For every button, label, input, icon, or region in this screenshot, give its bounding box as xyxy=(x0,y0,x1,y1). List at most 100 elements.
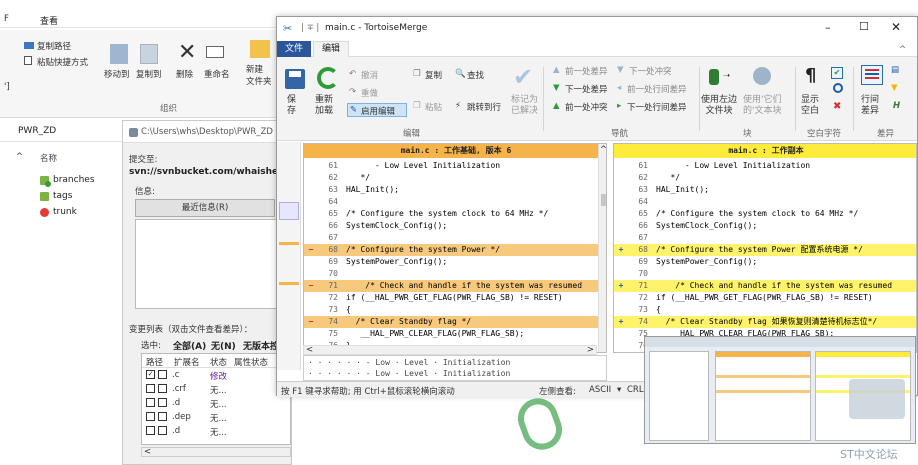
code-line[interactable]: 69 SystemPower_Config(); xyxy=(614,256,916,268)
table-row[interactable]: .d 无... xyxy=(142,396,290,410)
code-line[interactable]: 65 /* Configure the system clock to 64 MH… xyxy=(304,208,598,220)
row-checkbox[interactable] xyxy=(146,412,155,421)
rename-button[interactable]: 重命名 xyxy=(204,68,230,80)
code-line[interactable]: 66 SystemClock_Config(); xyxy=(304,220,598,232)
row-checkbox[interactable] xyxy=(146,426,155,435)
folder-item-tags[interactable]: tags xyxy=(40,188,120,204)
row-blank-checkbox[interactable] xyxy=(158,426,167,435)
message-textarea[interactable] xyxy=(135,219,285,309)
code-line[interactable]: +74 /* Clear Standby flag 如果恢复则清楚待机标志位*/ xyxy=(614,316,916,328)
code-line[interactable]: − 74 /* Clear Standby flag */ xyxy=(304,316,598,328)
code-line[interactable]: 63 HAL_Init(); xyxy=(304,184,598,196)
italic-h-icon[interactable]: H xyxy=(893,101,900,111)
ribbon-collapse-icon[interactable]: ^ xyxy=(899,45,906,55)
select-unversioned-link[interactable]: 无版本控 xyxy=(243,339,279,352)
code-line[interactable]: +71 /* Check and handle if the system wa… xyxy=(614,280,916,292)
diff-option-icon[interactable]: ▤ xyxy=(891,65,899,75)
move-to-button[interactable]: 移动到 xyxy=(104,68,130,80)
column-name-header[interactable]: 名称 xyxy=(40,152,57,164)
left-vscrollbar[interactable]: ^ xyxy=(598,144,606,352)
enable-edit-toggle[interactable]: ✎ 启用编辑 xyxy=(347,103,407,117)
status-eol[interactable]: CRL xyxy=(627,385,644,395)
table-row[interactable]: ✓ .c 修改 xyxy=(142,368,290,382)
code-line[interactable]: 65 /* Configure the system clock to 64 MH… xyxy=(614,208,916,220)
reload-button[interactable]: 重新 加载 xyxy=(315,95,333,117)
code-line[interactable]: 67 xyxy=(304,232,598,244)
row-blank-checkbox[interactable] xyxy=(158,384,167,393)
row-checkbox[interactable] xyxy=(146,384,155,393)
code-line[interactable]: 63 HAL_Init(); xyxy=(614,184,916,196)
address-bar[interactable]: PWR_ZD xyxy=(18,126,56,136)
prev-diff-button[interactable]: 前一处差异 xyxy=(565,65,608,77)
minimize-icon[interactable]: – xyxy=(825,21,831,34)
folder-item-trunk[interactable]: trunk xyxy=(40,204,120,220)
table-hscrollbar[interactable]: < xyxy=(141,447,291,457)
next-diff-button[interactable]: 下一处差异 xyxy=(565,83,608,95)
maximize-icon[interactable]: ☐ xyxy=(859,20,869,33)
code-line[interactable]: 72 if (__HAL_PWR_GET_FLAG(PWR_FLAG_SB) !=… xyxy=(304,292,598,304)
table-row[interactable]: .d 无... xyxy=(142,424,290,438)
column-ext[interactable]: 扩展名 xyxy=(174,356,200,368)
encoding-dropdown-icon[interactable]: ▾ xyxy=(617,385,621,395)
new-folder-button[interactable]: 新建 文件夹 xyxy=(246,64,272,88)
ribbon-tab-view[interactable]: 查看 xyxy=(40,14,58,27)
code-line[interactable]: 72 if (__HAL_PWR_GET_FLAG(PWR_FLAG_SB) !=… xyxy=(614,292,916,304)
left-pane[interactable]: main.c : 工作基础, 版本 6 61 - Low Level Initi… xyxy=(303,143,607,353)
find-button[interactable]: 查找 xyxy=(467,69,484,81)
row-checkbox[interactable]: ✓ xyxy=(146,370,155,379)
code-line[interactable]: 64 xyxy=(304,196,598,208)
delete-button[interactable]: 删除 xyxy=(176,68,193,80)
code-line[interactable]: − 68 /* Configure the system Power */ xyxy=(304,244,598,256)
left-location-bar[interactable] xyxy=(277,142,301,370)
undo-button[interactable]: 撤消 xyxy=(361,69,378,81)
whitespace-circle-icon[interactable] xyxy=(833,83,843,93)
folder-item-branches[interactable]: branches xyxy=(40,172,120,188)
code-line[interactable]: +68 /* Configure the system Power 配置系统电源 … xyxy=(614,244,916,256)
code-line[interactable]: 70 xyxy=(304,268,598,280)
row-checkbox[interactable] xyxy=(146,398,155,407)
select-none-link[interactable]: 无(N) xyxy=(211,339,236,352)
next-inline-button[interactable]: 下一处行间差异 xyxy=(627,101,687,113)
paste-button[interactable]: 粘贴 xyxy=(425,101,442,113)
right-pane[interactable]: main.c : 工作副本 61 - Low Level Initializat… xyxy=(613,143,917,353)
prev-inline-button[interactable]: 前一处行间差异 xyxy=(627,83,687,95)
code-line[interactable]: 62 */ xyxy=(304,172,598,184)
code-line[interactable]: 73 { xyxy=(304,304,598,316)
quick-access-icon[interactable]: | ∓ | xyxy=(301,23,319,33)
whitespace-check-icon[interactable]: ✔ xyxy=(831,67,843,79)
whitespace-x-icon[interactable]: ✖ xyxy=(833,101,841,112)
code-line[interactable]: 75 __HAL_PWR_CLEAR_FLAG(PWR_FLAG_SB); xyxy=(304,328,598,340)
code-line[interactable]: 61 - Low Level Initialization xyxy=(304,160,598,172)
code-line[interactable]: 64 xyxy=(614,196,916,208)
recent-messages-button[interactable]: 最近信息(R) xyxy=(135,199,275,217)
show-whitespace-button[interactable]: 显示 空白 xyxy=(801,95,819,117)
row-blank-checkbox[interactable] xyxy=(158,398,167,407)
code-line[interactable]: − 71 /* Check and handle if the system wa… xyxy=(304,280,598,292)
column-path[interactable]: 路径 xyxy=(146,356,163,368)
code-line[interactable]: 61 - Low Level Initialization xyxy=(614,160,916,172)
goto-line-button[interactable]: 跳转到行 xyxy=(467,101,501,113)
code-line[interactable]: 62 */ xyxy=(614,172,916,184)
close-icon[interactable]: ✕ xyxy=(891,20,901,34)
code-line[interactable]: 67 xyxy=(614,232,916,244)
use-left-block-button[interactable]: 使用左边 文件块 xyxy=(701,95,737,117)
inline-diff-button[interactable]: 行间 差异 xyxy=(861,95,879,117)
copy-button[interactable]: 复制 xyxy=(425,69,442,81)
code-line[interactable]: 70 xyxy=(614,268,916,280)
left-hscrollbar[interactable]: < > xyxy=(303,345,597,355)
tab-file[interactable]: 文件 xyxy=(277,41,311,57)
prev-conflict-button[interactable]: 前一处冲突 xyxy=(565,101,608,113)
next-conflict-button[interactable]: 下一处冲突 xyxy=(629,65,672,77)
redo-button[interactable]: 重做 xyxy=(361,87,378,99)
table-row[interactable]: .dep 无... xyxy=(142,410,290,424)
code-line[interactable]: 69 SystemPower_Config(); xyxy=(304,256,598,268)
row-blank-checkbox[interactable] xyxy=(158,370,167,379)
mark-resolved-button[interactable]: 标记为 已解决 xyxy=(511,95,538,117)
row-blank-checkbox[interactable] xyxy=(158,412,167,421)
save-button[interactable]: 保 存 xyxy=(287,95,296,117)
use-other-block-button[interactable]: 使用'它们 的'文本块 xyxy=(743,95,781,117)
select-all-link[interactable]: 全部(A) xyxy=(173,339,206,352)
column-prop-status[interactable]: 属性状态 xyxy=(234,356,268,368)
copy-path-button[interactable]: 复制路径 xyxy=(37,40,71,52)
status-encoding[interactable]: ASCII xyxy=(589,385,611,395)
